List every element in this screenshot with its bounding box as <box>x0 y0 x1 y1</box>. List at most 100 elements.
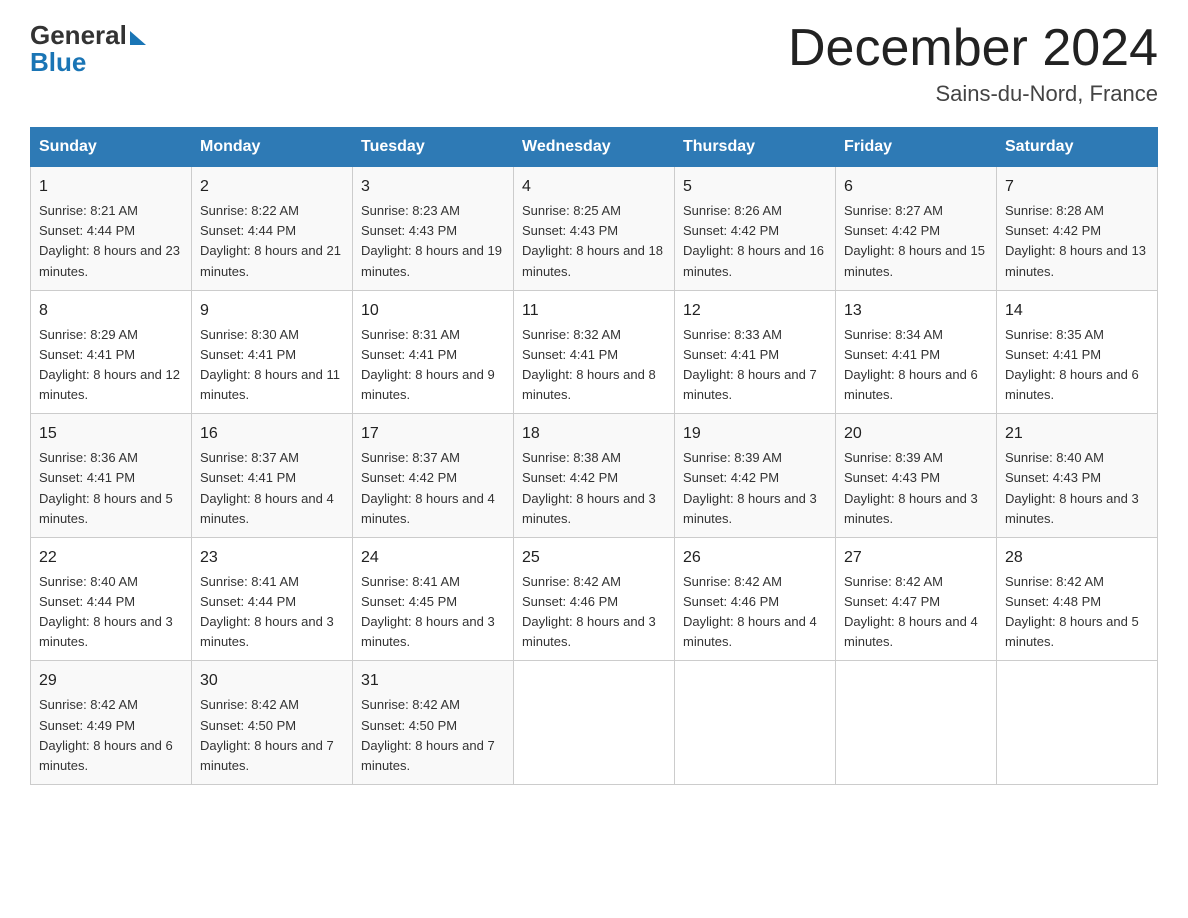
day-number: 5 <box>683 175 827 199</box>
day-info: Sunrise: 8:27 AMSunset: 4:42 PMDaylight:… <box>844 203 985 278</box>
day-info: Sunrise: 8:42 AMSunset: 4:47 PMDaylight:… <box>844 574 978 649</box>
day-number: 1 <box>39 175 183 199</box>
calendar-week-row: 29Sunrise: 8:42 AMSunset: 4:49 PMDayligh… <box>31 661 1158 785</box>
day-info: Sunrise: 8:25 AMSunset: 4:43 PMDaylight:… <box>522 203 663 278</box>
calendar-header-sunday: Sunday <box>31 128 192 167</box>
calendar-header-monday: Monday <box>192 128 353 167</box>
calendar-cell: 6 Sunrise: 8:27 AMSunset: 4:42 PMDaylight… <box>836 167 997 291</box>
calendar-cell: 9 Sunrise: 8:30 AMSunset: 4:41 PMDaylight… <box>192 290 353 414</box>
day-info: Sunrise: 8:35 AMSunset: 4:41 PMDaylight:… <box>1005 327 1139 402</box>
day-number: 23 <box>200 546 344 570</box>
day-number: 25 <box>522 546 666 570</box>
calendar-cell: 16Sunrise: 8:37 AMSunset: 4:41 PMDayligh… <box>192 414 353 538</box>
day-info: Sunrise: 8:42 AMSunset: 4:46 PMDaylight:… <box>522 574 656 649</box>
calendar-cell: 30 Sunrise: 8:42 AMSunset: 4:50 PMDayligh… <box>192 661 353 785</box>
day-number: 3 <box>361 175 505 199</box>
day-info: Sunrise: 8:42 AMSunset: 4:50 PMDaylight:… <box>200 697 334 772</box>
day-info: Sunrise: 8:39 AMSunset: 4:43 PMDaylight:… <box>844 450 978 525</box>
day-number: 19 <box>683 422 827 446</box>
day-info: Sunrise: 8:32 AMSunset: 4:41 PMDaylight:… <box>522 327 656 402</box>
day-info: Sunrise: 8:23 AMSunset: 4:43 PMDaylight:… <box>361 203 502 278</box>
calendar-header-friday: Friday <box>836 128 997 167</box>
day-number: 18 <box>522 422 666 446</box>
calendar-cell <box>836 661 997 785</box>
day-number: 29 <box>39 669 183 693</box>
calendar-cell: 5 Sunrise: 8:26 AMSunset: 4:42 PMDaylight… <box>675 167 836 291</box>
day-info: Sunrise: 8:38 AMSunset: 4:42 PMDaylight:… <box>522 450 656 525</box>
logo: General Blue <box>30 20 146 78</box>
calendar-cell: 13Sunrise: 8:34 AMSunset: 4:41 PMDayligh… <box>836 290 997 414</box>
day-info: Sunrise: 8:28 AMSunset: 4:42 PMDaylight:… <box>1005 203 1146 278</box>
calendar-week-row: 22 Sunrise: 8:40 AMSunset: 4:44 PMDayligh… <box>31 537 1158 661</box>
day-number: 6 <box>844 175 988 199</box>
logo-arrow-icon <box>130 31 146 45</box>
calendar-cell <box>514 661 675 785</box>
calendar-cell: 29Sunrise: 8:42 AMSunset: 4:49 PMDayligh… <box>31 661 192 785</box>
day-info: Sunrise: 8:42 AMSunset: 4:46 PMDaylight:… <box>683 574 817 649</box>
calendar-cell: 20 Sunrise: 8:39 AMSunset: 4:43 PMDayligh… <box>836 414 997 538</box>
day-info: Sunrise: 8:42 AMSunset: 4:48 PMDaylight:… <box>1005 574 1139 649</box>
day-info: Sunrise: 8:21 AMSunset: 4:44 PMDaylight:… <box>39 203 180 278</box>
calendar-header-tuesday: Tuesday <box>353 128 514 167</box>
calendar-cell: 27 Sunrise: 8:42 AMSunset: 4:47 PMDayligh… <box>836 537 997 661</box>
calendar-header-row: SundayMondayTuesdayWednesdayThursdayFrid… <box>31 128 1158 167</box>
calendar-week-row: 8 Sunrise: 8:29 AMSunset: 4:41 PMDaylight… <box>31 290 1158 414</box>
day-number: 30 <box>200 669 344 693</box>
calendar-cell: 1 Sunrise: 8:21 AMSunset: 4:44 PMDaylight… <box>31 167 192 291</box>
day-number: 7 <box>1005 175 1149 199</box>
day-number: 12 <box>683 299 827 323</box>
day-info: Sunrise: 8:30 AMSunset: 4:41 PMDaylight:… <box>200 327 340 402</box>
day-info: Sunrise: 8:37 AMSunset: 4:42 PMDaylight:… <box>361 450 495 525</box>
calendar-cell: 2 Sunrise: 8:22 AMSunset: 4:44 PMDaylight… <box>192 167 353 291</box>
location-text: Sains-du-Nord, France <box>788 81 1158 107</box>
day-info: Sunrise: 8:41 AMSunset: 4:45 PMDaylight:… <box>361 574 495 649</box>
day-info: Sunrise: 8:31 AMSunset: 4:41 PMDaylight:… <box>361 327 495 402</box>
calendar-cell: 25 Sunrise: 8:42 AMSunset: 4:46 PMDayligh… <box>514 537 675 661</box>
day-number: 17 <box>361 422 505 446</box>
day-number: 27 <box>844 546 988 570</box>
day-info: Sunrise: 8:37 AMSunset: 4:41 PMDaylight:… <box>200 450 334 525</box>
calendar-cell: 28 Sunrise: 8:42 AMSunset: 4:48 PMDayligh… <box>997 537 1158 661</box>
day-info: Sunrise: 8:36 AMSunset: 4:41 PMDaylight:… <box>39 450 173 525</box>
calendar-header-wednesday: Wednesday <box>514 128 675 167</box>
calendar-week-row: 15 Sunrise: 8:36 AMSunset: 4:41 PMDayligh… <box>31 414 1158 538</box>
day-number: 13 <box>844 299 988 323</box>
calendar-cell: 7 Sunrise: 8:28 AMSunset: 4:42 PMDaylight… <box>997 167 1158 291</box>
calendar-cell: 23 Sunrise: 8:41 AMSunset: 4:44 PMDayligh… <box>192 537 353 661</box>
calendar-cell: 12 Sunrise: 8:33 AMSunset: 4:41 PMDayligh… <box>675 290 836 414</box>
day-info: Sunrise: 8:33 AMSunset: 4:41 PMDaylight:… <box>683 327 817 402</box>
day-number: 2 <box>200 175 344 199</box>
calendar-cell: 26 Sunrise: 8:42 AMSunset: 4:46 PMDayligh… <box>675 537 836 661</box>
calendar-cell: 4 Sunrise: 8:25 AMSunset: 4:43 PMDaylight… <box>514 167 675 291</box>
title-area: December 2024 Sains-du-Nord, France <box>788 20 1158 107</box>
logo-blue-text: Blue <box>30 47 86 78</box>
day-number: 8 <box>39 299 183 323</box>
day-number: 15 <box>39 422 183 446</box>
day-number: 20 <box>844 422 988 446</box>
calendar-cell: 10Sunrise: 8:31 AMSunset: 4:41 PMDayligh… <box>353 290 514 414</box>
day-number: 26 <box>683 546 827 570</box>
day-info: Sunrise: 8:40 AMSunset: 4:44 PMDaylight:… <box>39 574 173 649</box>
day-number: 31 <box>361 669 505 693</box>
day-info: Sunrise: 8:22 AMSunset: 4:44 PMDaylight:… <box>200 203 341 278</box>
calendar-header-saturday: Saturday <box>997 128 1158 167</box>
calendar-cell: 24 Sunrise: 8:41 AMSunset: 4:45 PMDayligh… <box>353 537 514 661</box>
calendar-cell: 15 Sunrise: 8:36 AMSunset: 4:41 PMDayligh… <box>31 414 192 538</box>
page-header: General Blue December 2024 Sains-du-Nord… <box>30 20 1158 107</box>
day-number: 22 <box>39 546 183 570</box>
day-number: 24 <box>361 546 505 570</box>
calendar-cell: 8 Sunrise: 8:29 AMSunset: 4:41 PMDaylight… <box>31 290 192 414</box>
calendar-cell <box>997 661 1158 785</box>
day-info: Sunrise: 8:26 AMSunset: 4:42 PMDaylight:… <box>683 203 824 278</box>
calendar-cell: 17 Sunrise: 8:37 AMSunset: 4:42 PMDayligh… <box>353 414 514 538</box>
day-info: Sunrise: 8:41 AMSunset: 4:44 PMDaylight:… <box>200 574 334 649</box>
day-number: 28 <box>1005 546 1149 570</box>
day-info: Sunrise: 8:29 AMSunset: 4:41 PMDaylight:… <box>39 327 180 402</box>
day-info: Sunrise: 8:40 AMSunset: 4:43 PMDaylight:… <box>1005 450 1139 525</box>
calendar-cell: 3 Sunrise: 8:23 AMSunset: 4:43 PMDaylight… <box>353 167 514 291</box>
day-number: 4 <box>522 175 666 199</box>
day-number: 9 <box>200 299 344 323</box>
calendar-week-row: 1 Sunrise: 8:21 AMSunset: 4:44 PMDaylight… <box>31 167 1158 291</box>
day-number: 21 <box>1005 422 1149 446</box>
calendar-cell: 19Sunrise: 8:39 AMSunset: 4:42 PMDayligh… <box>675 414 836 538</box>
